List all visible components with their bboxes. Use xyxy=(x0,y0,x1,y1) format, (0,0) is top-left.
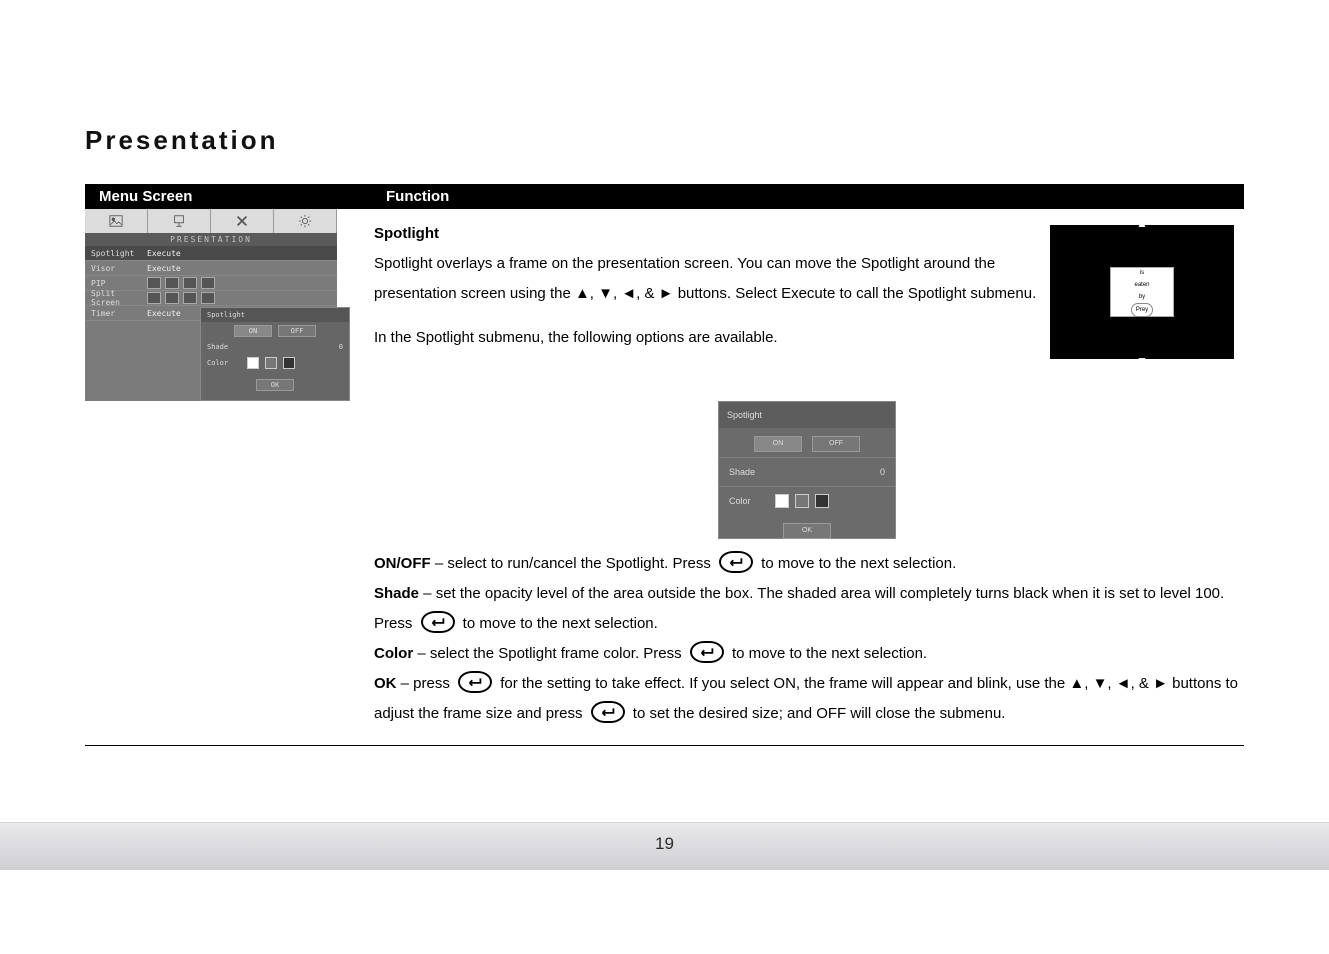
col-header-menu-screen: Menu Screen xyxy=(99,188,386,205)
menu-label: Split Screen xyxy=(91,289,147,307)
section-title: Presentation xyxy=(85,125,1244,156)
color-swatch-gray xyxy=(795,494,809,508)
preview-text: eaten xyxy=(1134,279,1149,291)
menu-label: Timer xyxy=(91,309,147,318)
color-label: Color xyxy=(207,359,241,367)
off-pill: OFF xyxy=(812,436,860,452)
menu-screenshot: PRESENTATION SpotlightExecute VisorExecu… xyxy=(85,209,337,401)
menu-screen-cell: PRESENTATION SpotlightExecute VisorExecu… xyxy=(85,209,372,745)
arrow-up-icon: ▲ xyxy=(1136,211,1148,235)
spotlight-submenu-small: Spotlight ON OFF Shade 0 Color OK xyxy=(200,307,350,401)
spotlight-frame: is eaten by Prey xyxy=(1110,267,1174,317)
menu-value: Execute xyxy=(147,264,181,273)
shade-label: Shade xyxy=(207,343,241,351)
on-pill: ON xyxy=(754,436,802,452)
preview-text: Prey xyxy=(1131,303,1153,317)
color-line: Color – select the Spotlight frame color… xyxy=(374,639,1240,669)
onoff-text2: to move to the next selection. xyxy=(757,555,956,572)
shade-label: Shade xyxy=(729,463,769,481)
ok-text3: to set the desired size; and OFF will cl… xyxy=(629,705,1006,722)
enter-icon xyxy=(690,641,724,663)
enter-icon xyxy=(719,551,753,573)
color-swatch-white xyxy=(775,494,789,508)
function-cell: Spotlight Spotlight overlays a frame on … xyxy=(372,209,1244,745)
color-label: Color xyxy=(729,492,769,510)
menu-row-split: Split Screen xyxy=(85,291,337,306)
menu-value: Execute xyxy=(147,249,181,258)
preview-text: by xyxy=(1139,291,1145,303)
off-pill: OFF xyxy=(278,325,316,337)
arrow-left-icon: ◄ xyxy=(1036,280,1048,304)
shade-text2: to move to the next selection. xyxy=(459,615,658,632)
spotlight-submenu-large: Spotlight ON OFF Shade 0 Color OK xyxy=(718,401,896,539)
menu-label: PIP xyxy=(91,279,147,288)
arrow-right-icon: ► xyxy=(1236,280,1248,304)
table-row: PRESENTATION SpotlightExecute VisorExecu… xyxy=(85,209,1244,746)
menu-row-visor: VisorExecute xyxy=(85,261,337,276)
tab-settings-icon xyxy=(274,209,337,233)
ok-line: OK – press for the setting to take effec… xyxy=(374,669,1240,729)
col-header-function: Function xyxy=(386,188,1230,205)
submenu-title: Spotlight xyxy=(719,402,895,428)
tab-presentation-icon xyxy=(148,209,211,233)
color-swatch-dark xyxy=(815,494,829,508)
enter-icon xyxy=(591,701,625,723)
menu-label: Visor xyxy=(91,264,147,273)
shade-line: Shade – set the opacity level of the are… xyxy=(374,579,1240,639)
menu-label: Spotlight xyxy=(91,249,147,258)
preview-text: is xyxy=(1140,267,1144,279)
onoff-line: ON/OFF – select to run/cancel the Spotli… xyxy=(374,549,1240,579)
tab-tools-icon xyxy=(211,209,274,233)
enter-icon xyxy=(421,611,455,633)
tab-image-icon xyxy=(85,209,148,233)
on-pill: ON xyxy=(234,325,272,337)
spotlight-preview: ◄ ► ▲ ▼ is eaten by Prey xyxy=(1050,225,1234,359)
color-label-desc: Color xyxy=(374,645,413,662)
menu-band-label: PRESENTATION xyxy=(85,233,337,246)
submenu-title: Spotlight xyxy=(201,308,349,322)
enter-icon xyxy=(458,671,492,693)
menu-value: Execute xyxy=(147,309,181,318)
color-text2: to move to the next selection. xyxy=(728,645,927,662)
arrow-down-icon: ▼ xyxy=(1136,349,1148,373)
ok-label-desc: OK xyxy=(374,675,397,692)
ok-text: – press xyxy=(397,675,455,692)
color-text: – select the Spotlight frame color. Pres… xyxy=(413,645,686,662)
shade-value: 0 xyxy=(339,343,343,351)
table-header: Menu Screen Function xyxy=(85,184,1244,209)
shade-value: 0 xyxy=(880,463,885,481)
menu-row-spotlight: SpotlightExecute xyxy=(85,246,337,261)
ok-pill: OK xyxy=(783,523,831,539)
ok-pill: OK xyxy=(256,379,294,391)
onoff-text: – select to run/cancel the Spotlight. Pr… xyxy=(431,555,715,572)
onoff-label: ON/OFF xyxy=(374,555,431,572)
shade-label-desc: Shade xyxy=(374,585,419,602)
page-number: 19 xyxy=(0,834,1329,854)
